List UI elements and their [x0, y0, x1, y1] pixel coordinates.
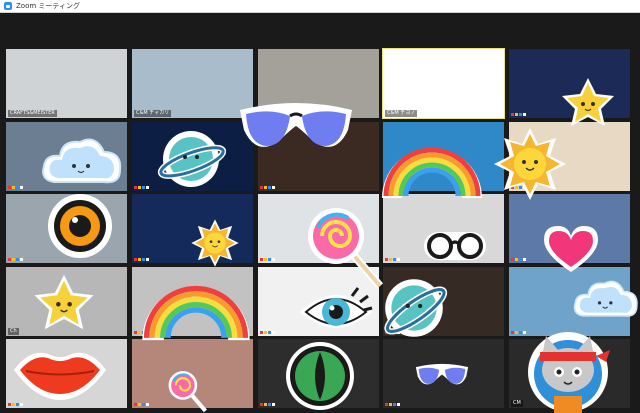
planet-sticker-2 — [384, 279, 448, 337]
lollipop-sticker — [308, 208, 384, 289]
heart-sticker — [544, 226, 598, 272]
window-title: Zoom ミーティング — [16, 1, 80, 10]
ninja-cat-sticker — [528, 332, 610, 413]
lollipop-sticker-2 — [168, 371, 207, 413]
rainbow-sticker — [382, 147, 482, 198]
mute-indicator-icon — [134, 186, 149, 189]
mute-indicator-icon — [8, 258, 23, 261]
mute-indicator-icon — [511, 258, 526, 261]
lips-sticker — [14, 352, 106, 400]
eye-lash-sticker — [300, 287, 373, 328]
cat-eye-sticker — [286, 342, 354, 410]
participant-name: CRAFTS&MEISTER — [8, 110, 57, 117]
planet-sticker — [157, 131, 226, 187]
mute-indicator-icon — [8, 186, 23, 189]
meeting-top-bar — [0, 13, 640, 49]
mute-indicator-icon — [385, 403, 400, 406]
sunglasses-sticker — [240, 103, 352, 147]
glasses-sticker — [424, 232, 486, 260]
participant-tile[interactable]: CRAFTS&MEISTER — [6, 49, 127, 118]
sunglasses-sticker-2 — [415, 363, 469, 385]
mute-indicator-icon — [385, 258, 400, 261]
cloud-sticker-2 — [573, 280, 638, 317]
star-sticker-2 — [34, 274, 94, 330]
rainbow-sticker-2 — [142, 285, 250, 341]
participant-name: CM — [511, 400, 523, 407]
mute-indicator-icon — [134, 403, 149, 406]
mute-indicator-icon — [260, 403, 275, 406]
participant-tile[interactable]: C&M チャカリ — [132, 49, 253, 118]
cloud-sticker — [42, 138, 122, 184]
mute-indicator-icon — [260, 186, 275, 189]
window-titlebar: Zoom ミーティング — [0, 0, 640, 13]
eye-sticker — [48, 194, 112, 258]
mute-indicator-icon — [511, 113, 526, 116]
participant-name: C&M チヨノ — [385, 110, 418, 117]
mute-indicator-icon — [260, 331, 275, 334]
zoom-logo-icon — [4, 2, 12, 10]
participant-name: Ch — [8, 328, 19, 335]
mute-indicator-icon — [260, 258, 275, 261]
sun-sticker-small — [191, 219, 239, 267]
participant-tile[interactable]: C&M チヨノ — [382, 48, 505, 119]
mute-indicator-icon — [134, 258, 149, 261]
mute-indicator-icon — [8, 403, 23, 406]
participant-name: C&M チャカリ — [134, 110, 172, 117]
star-sticker — [562, 78, 614, 126]
sun-sticker — [494, 128, 566, 200]
